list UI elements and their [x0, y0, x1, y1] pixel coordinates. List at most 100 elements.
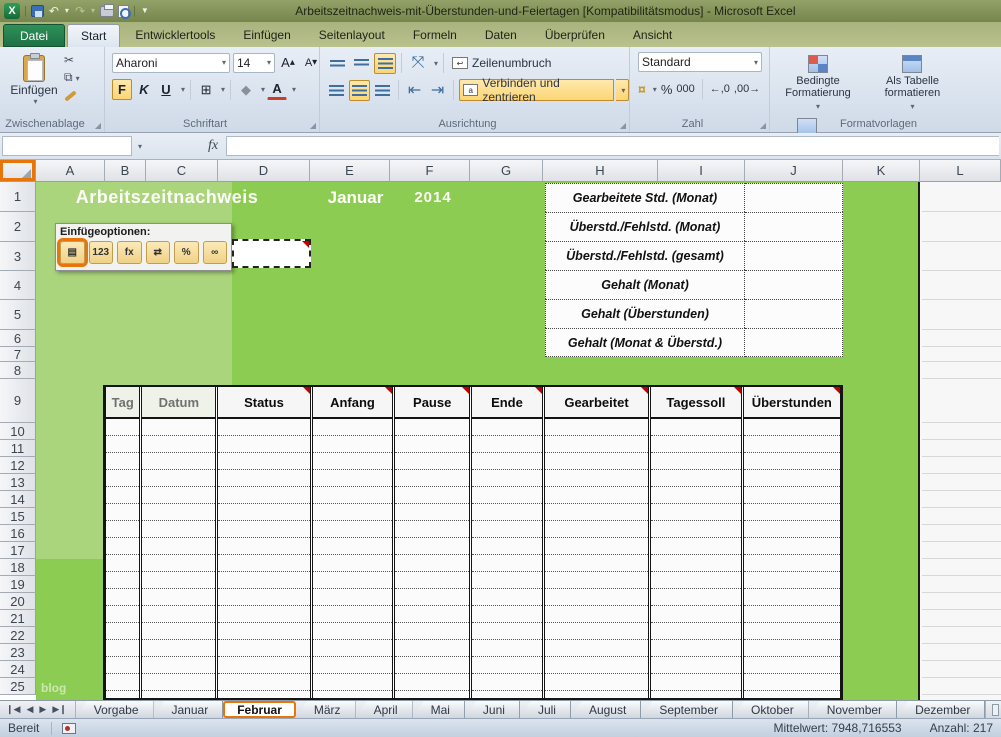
- timesheet-cell[interactable]: [142, 504, 215, 521]
- font-color-icon[interactable]: A: [267, 79, 287, 100]
- column-header[interactable]: F: [390, 160, 470, 182]
- dialog-launcher-icon[interactable]: ◢: [310, 121, 316, 130]
- timesheet-cell[interactable]: [142, 623, 215, 640]
- timesheet-cell[interactable]: [218, 555, 309, 572]
- formula-input[interactable]: [226, 136, 999, 156]
- summary-value-cell[interactable]: [745, 212, 843, 241]
- column-header[interactable]: C: [146, 160, 218, 182]
- underline-button[interactable]: U: [156, 79, 176, 100]
- timesheet-cell[interactable]: [472, 470, 542, 487]
- timesheet-cell[interactable]: [472, 657, 542, 674]
- timesheet-cell[interactable]: [395, 419, 469, 436]
- undo-icon[interactable]: ↶: [48, 2, 60, 20]
- timesheet-cell[interactable]: [472, 504, 542, 521]
- timesheet-cell[interactable]: [395, 470, 469, 487]
- timesheet-cell[interactable]: [142, 657, 215, 674]
- dialog-launcher-icon[interactable]: ◢: [95, 121, 101, 130]
- paste-option-formulas[interactable]: fx: [117, 241, 142, 264]
- paste-button[interactable]: Einfügen ▾: [8, 52, 60, 114]
- timesheet-cell[interactable]: [106, 691, 139, 700]
- row-header[interactable]: 15: [0, 508, 36, 525]
- row-header[interactable]: 8: [0, 362, 36, 379]
- summary-value-cell[interactable]: [745, 299, 843, 328]
- timesheet-cell[interactable]: [313, 606, 393, 623]
- bold-button[interactable]: F: [112, 79, 132, 100]
- timesheet-cell[interactable]: [218, 674, 309, 691]
- row-header[interactable]: 1: [0, 182, 36, 212]
- column-header[interactable]: I: [658, 160, 745, 182]
- timesheet-cell[interactable]: [218, 623, 309, 640]
- timesheet-column-header[interactable]: Gearbeitet: [545, 387, 648, 419]
- timesheet-cell[interactable]: [218, 657, 309, 674]
- align-top-button[interactable]: [326, 53, 348, 74]
- timesheet-cell[interactable]: [651, 589, 740, 606]
- timesheet-cell[interactable]: [106, 657, 139, 674]
- align-left-button[interactable]: [326, 80, 347, 101]
- ribbon-tab[interactable]: Daten: [472, 24, 530, 47]
- timesheet-cell[interactable]: [395, 487, 469, 504]
- timesheet-cell[interactable]: [218, 504, 309, 521]
- summary-label-cell[interactable]: Gearbeitete Std. (Monat): [545, 183, 745, 212]
- timesheet-cell[interactable]: [651, 436, 740, 453]
- timesheet-cell[interactable]: [313, 691, 393, 700]
- timesheet-cell[interactable]: [395, 657, 469, 674]
- sheet-tab[interactable]: August: [571, 701, 641, 718]
- timesheet-cell[interactable]: [218, 453, 309, 470]
- macro-record-icon[interactable]: [62, 723, 76, 734]
- row-header[interactable]: 10: [0, 423, 36, 440]
- summary-value-cell[interactable]: [745, 270, 843, 299]
- column-header[interactable]: H: [543, 160, 658, 182]
- timesheet-cell[interactable]: [142, 555, 215, 572]
- column-header[interactable]: L: [920, 160, 1001, 182]
- row-header[interactable]: 14: [0, 491, 36, 508]
- timesheet-cell[interactable]: [744, 419, 840, 436]
- timesheet-cell[interactable]: [744, 487, 840, 504]
- cut-icon[interactable]: ✂: [64, 53, 80, 67]
- row-header[interactable]: 4: [0, 271, 36, 300]
- ribbon-tab[interactable]: Entwicklertools: [122, 24, 228, 47]
- timesheet-cell[interactable]: [744, 453, 840, 470]
- timesheet-cell[interactable]: [472, 674, 542, 691]
- paste-option-keep-formatting[interactable]: ▤: [60, 241, 85, 264]
- merge-center-button[interactable]: a Verbinden und zentrieren: [459, 79, 614, 101]
- row-header[interactable]: 5: [0, 300, 36, 330]
- column-header[interactable]: A: [36, 160, 105, 182]
- timesheet-cell[interactable]: [313, 674, 393, 691]
- sheet-canvas[interactable]: Arbeitszeitnachweis Januar 2014 Gearbeit…: [36, 182, 1001, 700]
- timesheet-cell[interactable]: [142, 521, 215, 538]
- timesheet-cell[interactable]: [313, 589, 393, 606]
- row-header[interactable]: 6: [0, 330, 36, 347]
- timesheet-cell[interactable]: [218, 470, 309, 487]
- sheet-tab[interactable]: Februar: [223, 701, 296, 718]
- row-header[interactable]: 12: [0, 457, 36, 474]
- timesheet-column-header[interactable]: Anfang: [313, 387, 393, 419]
- name-box[interactable]: [2, 136, 132, 156]
- timesheet-cell[interactable]: [313, 657, 393, 674]
- timesheet-cell[interactable]: [106, 572, 139, 589]
- timesheet-cell[interactable]: [395, 589, 469, 606]
- timesheet-cell[interactable]: [545, 589, 648, 606]
- customize-qat-icon[interactable]: ▼: [140, 2, 150, 20]
- timesheet-cell[interactable]: [142, 691, 215, 700]
- row-header[interactable]: 7: [0, 347, 36, 362]
- row-header[interactable]: 2: [0, 212, 36, 242]
- timesheet-cell[interactable]: [744, 640, 840, 657]
- timesheet-cell[interactable]: [218, 521, 309, 538]
- timesheet-cell[interactable]: [472, 453, 542, 470]
- sheet-tab[interactable]: Juni: [465, 701, 520, 718]
- timesheet-cell[interactable]: [651, 487, 740, 504]
- ribbon-tab[interactable]: Seitenlayout: [306, 24, 398, 47]
- timesheet-cell[interactable]: [218, 487, 309, 504]
- timesheet-cell[interactable]: [218, 538, 309, 555]
- timesheet-cell[interactable]: [142, 487, 215, 504]
- name-box-dropdown-icon[interactable]: ▾: [132, 136, 148, 156]
- sheet-tab[interactable]: Mai: [413, 701, 465, 718]
- timesheet-cell[interactable]: [651, 504, 740, 521]
- accounting-format-icon[interactable]: ¤: [638, 81, 646, 97]
- timesheet-cell[interactable]: [313, 521, 393, 538]
- timesheet-cell[interactable]: [106, 419, 139, 436]
- timesheet-cell[interactable]: [651, 623, 740, 640]
- timesheet-cell[interactable]: [744, 606, 840, 623]
- sheet-tab[interactable]: November: [809, 701, 897, 718]
- timesheet-cell[interactable]: [472, 555, 542, 572]
